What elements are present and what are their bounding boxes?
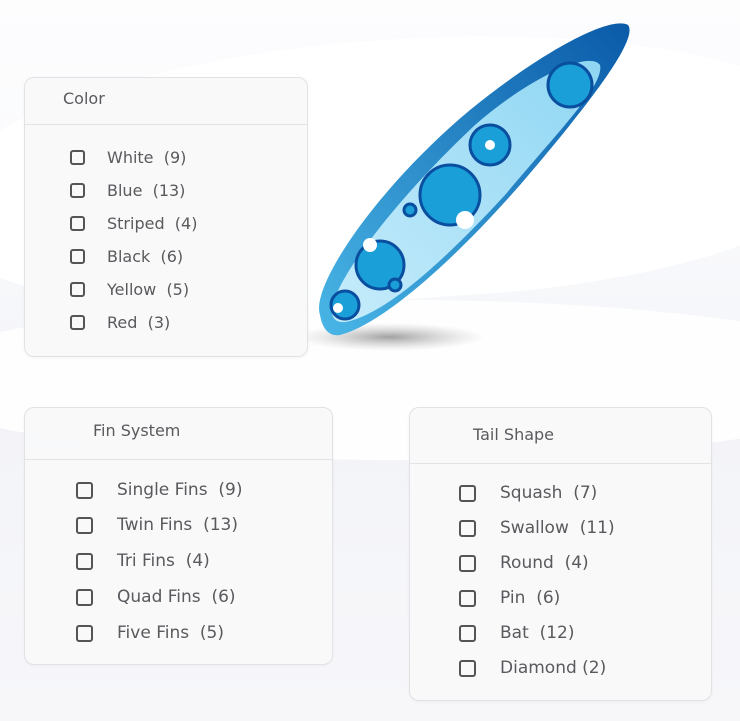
filter-option-five-fins[interactable]: Five Fins (5) (76, 623, 224, 643)
option-label: Round (4) (500, 553, 589, 573)
filter-option-pin[interactable]: Pin (6) (459, 588, 560, 608)
option-label: White (9) (107, 148, 187, 167)
filter-option-diamond[interactable]: Diamond (2) (459, 658, 606, 678)
option-label: Blue (13) (107, 181, 186, 200)
fin-system-filter-panel: Fin System Single Fins (9) Twin Fins (13… (24, 407, 333, 665)
filter-option-quad-fins[interactable]: Quad Fins (6) (76, 587, 236, 607)
checkbox[interactable] (70, 216, 85, 231)
checkbox[interactable] (459, 519, 476, 537)
filter-option-twin-fins[interactable]: Twin Fins (13) (76, 515, 238, 535)
filter-option-white[interactable]: White (9) (70, 148, 186, 167)
filter-option-black[interactable]: Black (6) (70, 247, 183, 266)
panel-title: Tail Shape (410, 408, 711, 464)
checkbox[interactable] (76, 481, 93, 499)
option-label: Tri Fins (4) (117, 551, 210, 571)
filter-option-squash[interactable]: Squash (7) (459, 483, 597, 503)
checkbox[interactable] (76, 588, 93, 606)
checkbox[interactable] (76, 624, 93, 642)
option-label: Five Fins (5) (117, 623, 224, 643)
option-label: Pin (6) (500, 588, 561, 608)
checkbox[interactable] (70, 315, 85, 330)
option-label: Quad Fins (6) (117, 587, 236, 607)
option-label: Diamond (2) (500, 658, 607, 678)
panel-title: Color (25, 78, 307, 125)
option-label: Squash (7) (500, 483, 598, 503)
option-label: Single Fins (9) (117, 480, 243, 500)
checkbox[interactable] (70, 249, 85, 264)
flower-shape (546, 61, 594, 109)
filter-option-blue[interactable]: Blue (13) (70, 181, 185, 200)
filter-option-tri-fins[interactable]: Tri Fins (4) (76, 551, 210, 571)
filter-option-swallow[interactable]: Swallow (11) (459, 518, 615, 538)
flower-shape (387, 277, 403, 293)
surfboard-illustration (300, 23, 630, 351)
checkbox[interactable] (459, 554, 476, 572)
checkbox[interactable] (76, 516, 93, 534)
option-label: Black (6) (107, 247, 184, 266)
panel-title: Fin System (25, 408, 332, 460)
option-label: Twin Fins (13) (117, 515, 238, 535)
tail-shape-filter-panel: Tail Shape Squash (7) Swallow (11) Round… (409, 407, 712, 701)
checkbox[interactable] (459, 484, 476, 502)
flower-shape (402, 202, 418, 218)
option-label: Swallow (11) (500, 518, 615, 538)
option-label: Yellow (5) (107, 280, 190, 299)
checkbox[interactable] (76, 552, 93, 570)
checkbox[interactable] (70, 150, 85, 165)
checkbox[interactable] (459, 624, 476, 642)
checkbox[interactable] (459, 659, 476, 677)
checkbox[interactable] (70, 183, 85, 198)
option-label: Red (3) (107, 313, 171, 332)
option-label: Striped (4) (107, 214, 198, 233)
filter-option-bat[interactable]: Bat (12) (459, 623, 574, 643)
color-filter-panel: Color White (9) Blue (13) Striped (4) Bl… (24, 77, 308, 357)
option-label: Bat (12) (500, 623, 575, 643)
filter-option-red[interactable]: Red (3) (70, 313, 170, 332)
checkbox[interactable] (70, 282, 85, 297)
filter-option-round[interactable]: Round (4) (459, 553, 589, 573)
checkbox[interactable] (459, 589, 476, 607)
filter-option-single-fins[interactable]: Single Fins (9) (76, 480, 242, 500)
filter-option-yellow[interactable]: Yellow (5) (70, 280, 189, 299)
filter-option-striped[interactable]: Striped (4) (70, 214, 197, 233)
